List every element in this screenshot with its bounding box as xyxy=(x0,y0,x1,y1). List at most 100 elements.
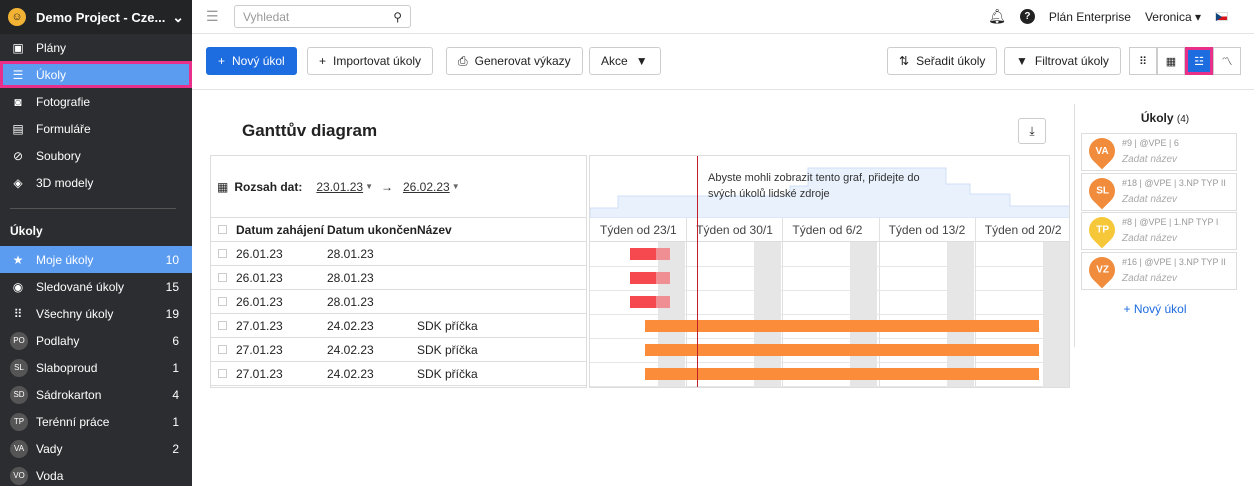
grid-view-icon[interactable]: ⠿ xyxy=(1129,47,1157,75)
sidebar-item-count: 1 xyxy=(172,360,179,375)
page-title: Ganttův diagram xyxy=(242,121,378,140)
sidebar-item-count: 15 xyxy=(165,279,179,294)
help-icon[interactable]: ? xyxy=(1019,9,1035,24)
sidebar-item-all-tasks[interactable]: ⠿ Všechny úkoly 19 xyxy=(0,300,192,327)
calendar-view-icon[interactable]: ▦ xyxy=(1157,47,1185,75)
row-checkbox[interactable] xyxy=(218,345,227,354)
bell-icon[interactable]: 🔔︎ xyxy=(988,8,1006,25)
row-task-name: SDK příčka xyxy=(417,318,478,333)
user-menu[interactable]: Veronica ▾ xyxy=(1145,10,1201,24)
task-bar[interactable] xyxy=(630,296,670,308)
table-row[interactable]: 26.01.23 28.01.23 xyxy=(211,266,586,290)
task-bar[interactable] xyxy=(645,344,1039,356)
project-switcher[interactable]: ☺ Demo Project - Cze... ⌄ xyxy=(0,0,192,34)
sidebar-item-vady[interactable]: VA Vady 2 xyxy=(0,435,192,462)
sidebar-item-count: 19 xyxy=(165,306,179,321)
chevron-down-icon: ⌄ xyxy=(172,8,184,25)
column-header-start[interactable]: Datum zahájení xyxy=(236,223,327,237)
row-task-name: SDK příčka xyxy=(417,366,478,381)
sidebar-item-terenni-prace[interactable]: TP Terénní práce 1 xyxy=(0,408,192,435)
new-task-button[interactable]: + Nový úkol xyxy=(206,47,297,75)
weekend-shade xyxy=(754,242,782,387)
sidebar-item-count: 1 xyxy=(172,414,179,429)
download-icon[interactable]: ⤓ xyxy=(1018,118,1046,144)
row-checkbox[interactable] xyxy=(218,249,227,258)
sidebar-item-label: Voda xyxy=(36,468,64,483)
range-from-picker[interactable]: 23.01.23 xyxy=(316,180,363,194)
task-card[interactable]: SL #18 | @VPE | 3.NP TYP II Zadat název xyxy=(1081,172,1237,211)
sidebar-item-my-tasks[interactable]: ★ Moje úkoly 10 xyxy=(0,246,192,273)
grid-icon: ⠿ xyxy=(13,306,23,321)
card-name[interactable]: Zadat název xyxy=(1122,233,1177,244)
pin-label: VZ xyxy=(1095,264,1109,275)
sidebar-item-label: 3D modely xyxy=(36,175,94,190)
camera-icon: ◙ xyxy=(14,94,22,109)
sidebar-item-files[interactable]: ⊘ Soubory xyxy=(0,142,192,169)
caret-down-icon: ▼ xyxy=(635,54,648,68)
row-checkbox[interactable] xyxy=(218,369,227,378)
arrow-right-icon: → xyxy=(381,179,393,194)
sidebar-item-3d-models[interactable]: ◈ 3D modely xyxy=(0,169,192,196)
task-pin-icon: VA xyxy=(1083,132,1121,170)
sidebar-item-forms[interactable]: ▤ Formuláře xyxy=(0,115,192,142)
column-header-name[interactable]: Název xyxy=(417,223,452,237)
sidebar-item-slaboproud[interactable]: SL Slaboproud 1 xyxy=(0,354,192,381)
week-label: Týden od 13/2 xyxy=(888,223,966,237)
plans-icon: ▣ xyxy=(12,40,24,55)
table-row[interactable]: 27.01.23 24.02.23 SDK příčka xyxy=(211,362,586,386)
row-checkbox[interactable] xyxy=(218,297,227,306)
add-task-link[interactable]: + Nový úkol xyxy=(1075,302,1235,316)
task-card[interactable]: VA #9 | @VPE | 6 Zadat název xyxy=(1081,132,1237,171)
sidebar-item-voda[interactable]: VO Voda xyxy=(0,462,192,489)
hamburger-menu-icon[interactable]: ☰ xyxy=(206,8,222,25)
task-bar[interactable] xyxy=(645,368,1039,380)
category-badge: TP xyxy=(10,412,28,431)
search-input[interactable]: Vyhledat ⚲ xyxy=(234,5,411,28)
sidebar-item-podlahy[interactable]: PO Podlahy 6 xyxy=(0,327,192,354)
gantt-table: ▦ Rozsah dat: 23.01.23 ▼ → 26.02.23 ▼ Datu… xyxy=(210,155,587,388)
column-header-end[interactable]: Datum ukončení xyxy=(327,223,417,237)
select-all-checkbox[interactable] xyxy=(218,225,227,234)
sidebar-item-watched-tasks[interactable]: ◉ Sledované úkoly 15 xyxy=(0,273,192,300)
task-bar[interactable] xyxy=(630,272,670,284)
card-name[interactable]: Zadat název xyxy=(1122,194,1177,205)
card-info: #9 | @VPE | 6 xyxy=(1122,138,1179,148)
filter-tasks-button[interactable]: ▼ Filtrovat úkoly xyxy=(1004,47,1121,75)
card-name[interactable]: Zadat název xyxy=(1122,154,1177,165)
sidebar-item-plans[interactable]: ▣ Plány xyxy=(0,34,192,61)
range-to-picker[interactable]: 26.02.23 xyxy=(403,180,450,194)
task-bar[interactable] xyxy=(645,320,1039,332)
table-row[interactable]: 26.01.23 28.01.23 xyxy=(211,290,586,314)
task-card[interactable]: VZ #16 | @VPE | 3.NP TYP II Zadat název xyxy=(1081,251,1237,290)
table-row[interactable]: 27.01.23 24.02.23 SDK příčka xyxy=(211,314,586,338)
card-info: #16 | @VPE | 3.NP TYP II xyxy=(1122,256,1226,267)
table-row[interactable]: 27.01.23 24.02.23 SDK příčka xyxy=(211,338,586,362)
czech-flag-icon[interactable] xyxy=(1215,12,1228,21)
gantt-row-line xyxy=(590,338,1069,339)
sidebar: ☺ Demo Project - Cze... ⌄ ▣ Plány ☰ Úkol… xyxy=(0,0,192,486)
sort-tasks-button[interactable]: ⇅ Seřadit úkoly xyxy=(887,47,998,75)
row-start-date: 27.01.23 xyxy=(236,342,283,357)
category-badge: SL xyxy=(10,358,28,377)
sidebar-item-sadrokarton[interactable]: SD Sádrokarton 4 xyxy=(0,381,192,408)
actions-dropdown[interactable]: Akce ▼ xyxy=(589,47,661,75)
gantt-view-icon[interactable]: ☳ xyxy=(1185,47,1213,75)
cube-icon: ◈ xyxy=(13,175,23,190)
sidebar-item-label: Podlahy xyxy=(36,333,80,348)
generate-reports-button[interactable]: ⎙ Generovat výkazy xyxy=(446,47,583,75)
gantt-row-line xyxy=(590,362,1069,363)
sidebar-item-photos[interactable]: ◙ Fotografie xyxy=(0,88,192,115)
chart-view-icon[interactable]: 〽 xyxy=(1213,47,1241,75)
task-bar[interactable] xyxy=(630,248,670,260)
button-label: Importovat úkoly xyxy=(333,54,422,68)
sidebar-item-tasks[interactable]: ☰ Úkoly xyxy=(0,61,192,88)
card-name[interactable]: Zadat název xyxy=(1122,273,1177,284)
plan-link[interactable]: Plán Enterprise xyxy=(1049,10,1131,24)
row-checkbox[interactable] xyxy=(218,321,227,330)
row-end-date: 24.02.23 xyxy=(327,318,374,333)
task-card[interactable]: TP #8 | @VPE | 1.NP TYP I Zadat název xyxy=(1081,211,1237,250)
row-checkbox[interactable] xyxy=(218,273,227,282)
today-line xyxy=(697,156,698,387)
table-row[interactable]: 26.01.23 28.01.23 xyxy=(211,242,586,266)
import-tasks-button[interactable]: + Importovat úkoly xyxy=(307,47,434,75)
